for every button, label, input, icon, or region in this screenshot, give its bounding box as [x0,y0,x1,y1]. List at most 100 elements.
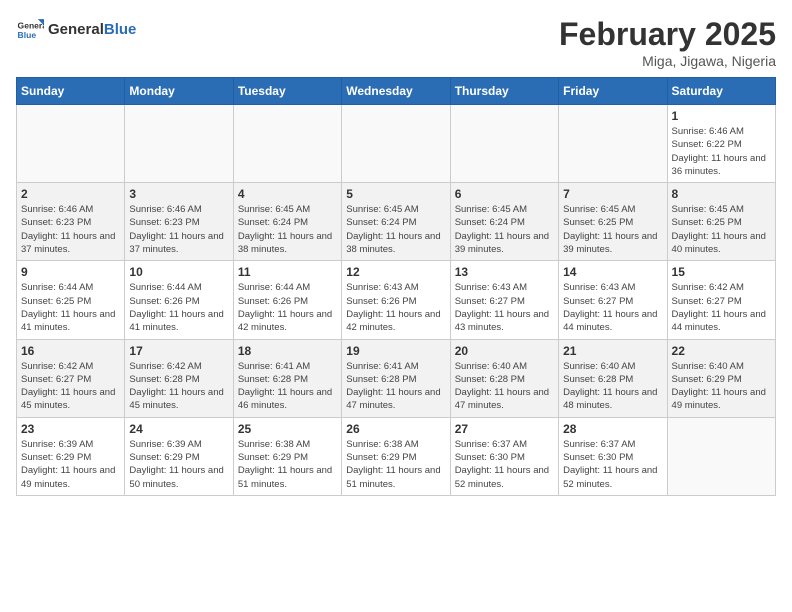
day-info: Sunrise: 6:43 AM Sunset: 6:26 PM Dayligh… [346,281,445,334]
logo-icon: General Blue [16,16,44,44]
calendar-day-cell: 26Sunrise: 6:38 AM Sunset: 6:29 PM Dayli… [342,417,450,495]
calendar-day-cell [233,105,341,183]
day-info: Sunrise: 6:44 AM Sunset: 6:25 PM Dayligh… [21,281,120,334]
location-subtitle: Miga, Jigawa, Nigeria [559,53,776,69]
day-number: 25 [238,422,337,436]
day-number: 19 [346,344,445,358]
day-info: Sunrise: 6:43 AM Sunset: 6:27 PM Dayligh… [455,281,554,334]
weekday-header: Thursday [450,78,558,105]
day-info: Sunrise: 6:45 AM Sunset: 6:24 PM Dayligh… [455,203,554,256]
logo-blue-text: Blue [104,21,137,38]
weekday-header: Wednesday [342,78,450,105]
day-info: Sunrise: 6:46 AM Sunset: 6:22 PM Dayligh… [672,125,771,178]
calendar-day-cell [559,105,667,183]
day-number: 10 [129,265,228,279]
calendar-week-row: 16 Sunrise: 6:42 AM Sunset: 6:27 PM Dayli… [17,339,776,417]
calendar-day-cell: 25 Sunrise: 6:38 AM Sunset: 6:29 PM Dayli… [233,417,341,495]
day-number: 15 [672,265,771,279]
day-number: 13 [455,265,554,279]
day-info: Sunrise: 6:39 AM Sunset: 6:29 PM Dayligh… [129,438,228,491]
calendar-day-cell: 6 Sunrise: 6:45 AM Sunset: 6:24 PM Daylig… [450,183,558,261]
weekday-header: Friday [559,78,667,105]
day-info: Sunrise: 6:44 AM Sunset: 6:26 PM Dayligh… [129,281,228,334]
calendar-day-cell: 27 Sunrise: 6:37 AM Sunset: 6:30 PM Dayli… [450,417,558,495]
day-number: 4 [238,187,337,201]
calendar-day-cell: 28 Sunrise: 6:37 AM Sunset: 6:30 PM Dayli… [559,417,667,495]
day-info: Sunrise: 6:40 AM Sunset: 6:28 PM Dayligh… [563,360,662,413]
day-number: 2 [21,187,120,201]
day-info: Sunrise: 6:37 AM Sunset: 6:30 PM Dayligh… [563,438,662,491]
day-info: Sunrise: 6:43 AM Sunset: 6:27 PM Dayligh… [563,281,662,334]
calendar-day-cell: 23Sunrise: 6:39 AM Sunset: 6:29 PM Dayli… [17,417,125,495]
calendar-day-cell: 15Sunrise: 6:42 AM Sunset: 6:27 PM Dayli… [667,261,775,339]
day-info: Sunrise: 6:44 AM Sunset: 6:26 PM Dayligh… [238,281,337,334]
calendar-header-row: SundayMondayTuesdayWednesdayThursdayFrid… [17,78,776,105]
calendar-day-cell: 4 Sunrise: 6:45 AM Sunset: 6:24 PM Daylig… [233,183,341,261]
day-info: Sunrise: 6:40 AM Sunset: 6:29 PM Dayligh… [672,360,771,413]
day-number: 12 [346,265,445,279]
day-number: 9 [21,265,120,279]
day-info: Sunrise: 6:45 AM Sunset: 6:25 PM Dayligh… [563,203,662,256]
calendar-day-cell: 3 Sunrise: 6:46 AM Sunset: 6:23 PM Daylig… [125,183,233,261]
day-info: Sunrise: 6:45 AM Sunset: 6:24 PM Dayligh… [238,203,337,256]
calendar-day-cell: 10 Sunrise: 6:44 AM Sunset: 6:26 PM Dayli… [125,261,233,339]
month-year-title: February 2025 [559,16,776,53]
calendar-day-cell [17,105,125,183]
calendar-day-cell [667,417,775,495]
day-info: Sunrise: 6:41 AM Sunset: 6:28 PM Dayligh… [238,360,337,413]
calendar-day-cell: 18 Sunrise: 6:41 AM Sunset: 6:28 PM Dayli… [233,339,341,417]
day-number: 24 [129,422,228,436]
day-number: 3 [129,187,228,201]
day-number: 18 [238,344,337,358]
day-number: 6 [455,187,554,201]
svg-text:General: General [18,20,44,30]
calendar-week-row: 2 Sunrise: 6:46 AM Sunset: 6:23 PM Daylig… [17,183,776,261]
calendar-day-cell: 13 Sunrise: 6:43 AM Sunset: 6:27 PM Dayli… [450,261,558,339]
calendar-week-row: 9 Sunrise: 6:44 AM Sunset: 6:25 PM Daylig… [17,261,776,339]
calendar-day-cell [125,105,233,183]
calendar-day-cell: 9 Sunrise: 6:44 AM Sunset: 6:25 PM Daylig… [17,261,125,339]
day-number: 22 [672,344,771,358]
day-number: 28 [563,422,662,436]
day-info: Sunrise: 6:39 AM Sunset: 6:29 PM Dayligh… [21,438,120,491]
calendar-day-cell: 1 Sunrise: 6:46 AM Sunset: 6:22 PM Daylig… [667,105,775,183]
page-header: General Blue GeneralBlue February 2025 M… [16,16,776,69]
day-number: 1 [672,109,771,123]
weekday-header: Sunday [17,78,125,105]
day-info: Sunrise: 6:42 AM Sunset: 6:28 PM Dayligh… [129,360,228,413]
calendar-day-cell [450,105,558,183]
day-info: Sunrise: 6:45 AM Sunset: 6:25 PM Dayligh… [672,203,771,256]
day-number: 16 [21,344,120,358]
calendar-day-cell: 11 Sunrise: 6:44 AM Sunset: 6:26 PM Dayli… [233,261,341,339]
weekday-header: Saturday [667,78,775,105]
day-number: 5 [346,187,445,201]
day-number: 7 [563,187,662,201]
weekday-header: Monday [125,78,233,105]
day-info: Sunrise: 6:46 AM Sunset: 6:23 PM Dayligh… [21,203,120,256]
logo: General Blue GeneralBlue [16,16,136,44]
day-info: Sunrise: 6:38 AM Sunset: 6:29 PM Dayligh… [238,438,337,491]
calendar-day-cell: 17 Sunrise: 6:42 AM Sunset: 6:28 PM Dayli… [125,339,233,417]
calendar-week-row: 23Sunrise: 6:39 AM Sunset: 6:29 PM Dayli… [17,417,776,495]
day-info: Sunrise: 6:37 AM Sunset: 6:30 PM Dayligh… [455,438,554,491]
calendar-day-cell: 8 Sunrise: 6:45 AM Sunset: 6:25 PM Daylig… [667,183,775,261]
calendar-day-cell: 20 Sunrise: 6:40 AM Sunset: 6:28 PM Dayli… [450,339,558,417]
calendar-day-cell: 24 Sunrise: 6:39 AM Sunset: 6:29 PM Dayli… [125,417,233,495]
calendar-day-cell: 7 Sunrise: 6:45 AM Sunset: 6:25 PM Daylig… [559,183,667,261]
day-info: Sunrise: 6:46 AM Sunset: 6:23 PM Dayligh… [129,203,228,256]
day-info: Sunrise: 6:42 AM Sunset: 6:27 PM Dayligh… [21,360,120,413]
logo-general-text: General [48,21,104,38]
weekday-header: Tuesday [233,78,341,105]
day-number: 27 [455,422,554,436]
day-info: Sunrise: 6:41 AM Sunset: 6:28 PM Dayligh… [346,360,445,413]
calendar-day-cell: 12 Sunrise: 6:43 AM Sunset: 6:26 PM Dayli… [342,261,450,339]
calendar-day-cell: 19 Sunrise: 6:41 AM Sunset: 6:28 PM Dayli… [342,339,450,417]
title-block: February 2025 Miga, Jigawa, Nigeria [559,16,776,69]
calendar-day-cell: 5Sunrise: 6:45 AM Sunset: 6:24 PM Daylig… [342,183,450,261]
day-number: 8 [672,187,771,201]
svg-text:Blue: Blue [18,30,37,40]
day-number: 11 [238,265,337,279]
day-info: Sunrise: 6:40 AM Sunset: 6:28 PM Dayligh… [455,360,554,413]
day-number: 17 [129,344,228,358]
day-number: 20 [455,344,554,358]
